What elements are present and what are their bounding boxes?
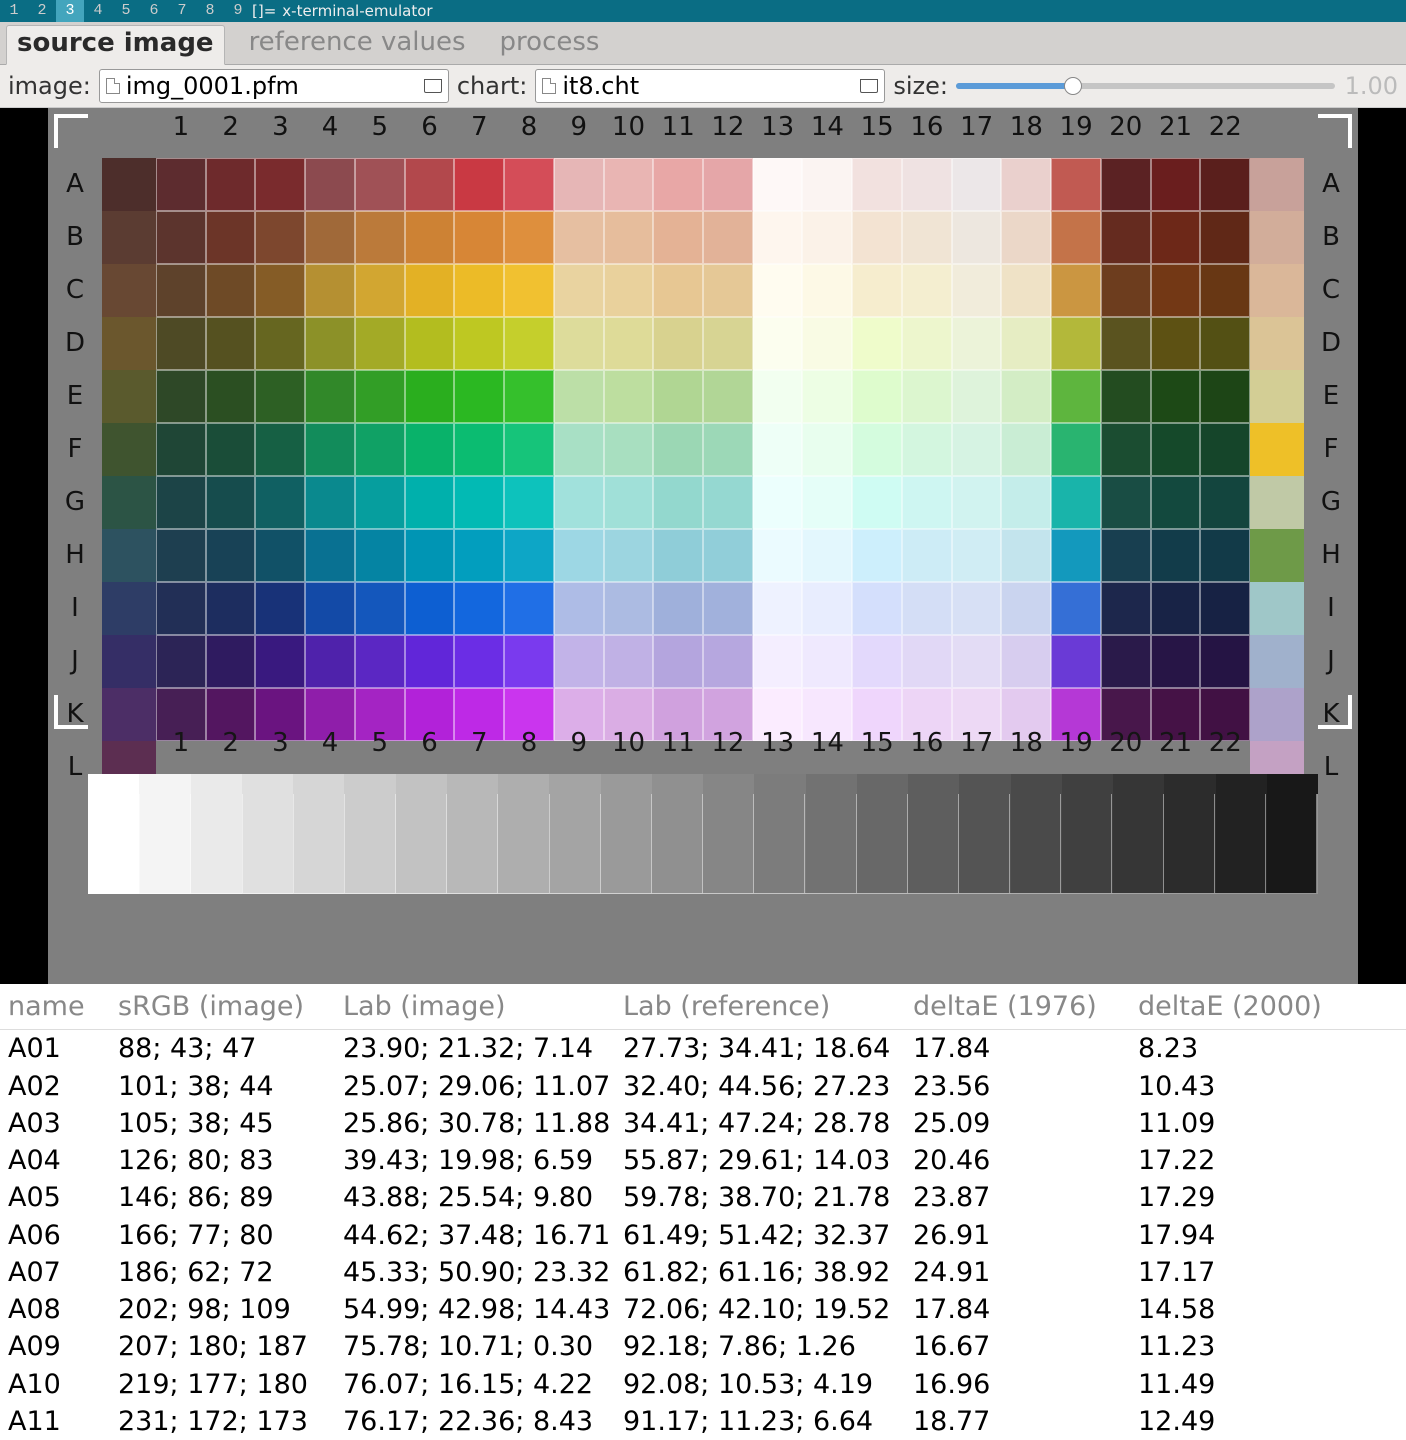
grayscale-overlay — [88, 794, 1318, 894]
right-color-strip — [1250, 158, 1304, 794]
window-titlebar: 123456789 []= x-terminal-emulator — [0, 0, 1406, 22]
col-header: deltaE (1976) — [913, 988, 1138, 1025]
table-header: namesRGB (image)Lab (image)Lab (referenc… — [0, 984, 1406, 1030]
chart-file-field[interactable]: it8.cht — [535, 69, 885, 103]
table-row[interactable]: A06166; 77; 8044.62; 37.48; 16.7161.49; … — [0, 1217, 1406, 1254]
crop-mark-tr — [1318, 114, 1352, 148]
col-header: Lab (reference) — [623, 988, 913, 1025]
crop-mark-tl — [54, 114, 88, 148]
table-row[interactable]: A09207; 180; 18775.78; 10.71; 0.3092.18;… — [0, 1328, 1406, 1365]
chart-file-value: it8.cht — [562, 72, 639, 100]
table-row[interactable]: A02101; 38; 4425.07; 29.06; 11.0732.40; … — [0, 1068, 1406, 1105]
image-canvas-wrap: 12345678910111213141516171819202122 ABCD… — [0, 108, 1406, 984]
open-folder-icon[interactable] — [424, 79, 442, 93]
column-labels-bottom: 12345678910111213141516171819202122 — [156, 728, 1250, 758]
workspace-2[interactable]: 2 — [28, 0, 56, 22]
color-patch-grid — [156, 158, 1250, 741]
column-labels-top: 12345678910111213141516171819202122 — [156, 112, 1250, 142]
tab-source-image[interactable]: source image — [6, 25, 225, 65]
workspace-6[interactable]: 6 — [140, 0, 168, 22]
size-value: 1.00 — [1345, 72, 1398, 100]
row-labels-left: ABCDEFGHIJKL — [48, 158, 102, 794]
table-row[interactable]: A11231; 172; 17376.17; 22.36; 8.4391.17;… — [0, 1403, 1406, 1440]
table-row[interactable]: A0188; 43; 4723.90; 21.32; 7.1427.73; 34… — [0, 1030, 1406, 1067]
results-table: namesRGB (image)Lab (image)Lab (referenc… — [0, 984, 1406, 1440]
col-header: name — [8, 988, 118, 1025]
workspace-3[interactable]: 3 — [56, 0, 84, 22]
tab-process[interactable]: process — [490, 25, 610, 64]
workspace-9[interactable]: 9 — [224, 0, 252, 22]
table-row[interactable]: A10219; 177; 18076.07; 16.15; 4.2292.08;… — [0, 1366, 1406, 1403]
window-title: x-terminal-emulator — [276, 2, 432, 20]
layout-indicator: []= — [252, 2, 276, 20]
left-color-strip — [102, 158, 156, 794]
workspace-4[interactable]: 4 — [84, 0, 112, 22]
image-canvas[interactable]: 12345678910111213141516171819202122 ABCD… — [48, 108, 1358, 984]
workspace-7[interactable]: 7 — [168, 0, 196, 22]
size-label: size: — [893, 72, 948, 100]
image-file-value: img_0001.pfm — [126, 72, 299, 100]
chart-label: chart: — [457, 72, 527, 100]
document-icon — [106, 78, 120, 94]
col-header: Lab (image) — [343, 988, 623, 1025]
app-window: source image reference values process imag… — [0, 22, 1406, 1440]
image-file-field[interactable]: img_0001.pfm — [99, 69, 449, 103]
size-slider[interactable] — [956, 83, 1335, 89]
workspace-switcher[interactable]: 123456789 — [0, 0, 252, 22]
table-row[interactable]: A08202; 98; 10954.99; 42.98; 14.4372.06;… — [0, 1291, 1406, 1328]
row-labels-right: ABCDEFGHIJKL — [1304, 158, 1358, 794]
document-icon — [542, 78, 556, 94]
image-label: image: — [8, 72, 91, 100]
table-row[interactable]: A03105; 38; 4525.86; 30.78; 11.8834.41; … — [0, 1105, 1406, 1142]
col-header: sRGB (image) — [118, 988, 343, 1025]
workspace-1[interactable]: 1 — [0, 0, 28, 22]
toolbar: image: img_0001.pfm chart: it8.cht size:… — [0, 65, 1406, 108]
workspace-8[interactable]: 8 — [196, 0, 224, 22]
open-folder-icon[interactable] — [860, 79, 878, 93]
table-row[interactable]: A05146; 86; 8943.88; 25.54; 9.8059.78; 3… — [0, 1179, 1406, 1216]
col-header: deltaE (2000) — [1138, 988, 1358, 1025]
tab-reference-values[interactable]: reference values — [239, 25, 476, 64]
table-row[interactable]: A07186; 62; 7245.33; 50.90; 23.3261.82; … — [0, 1254, 1406, 1291]
table-body: A0188; 43; 4723.90; 21.32; 7.1427.73; 34… — [0, 1030, 1406, 1440]
tab-bar: source image reference values process — [0, 22, 1406, 65]
workspace-5[interactable]: 5 — [112, 0, 140, 22]
table-row[interactable]: A04126; 80; 8339.43; 19.98; 6.5955.87; 2… — [0, 1142, 1406, 1179]
